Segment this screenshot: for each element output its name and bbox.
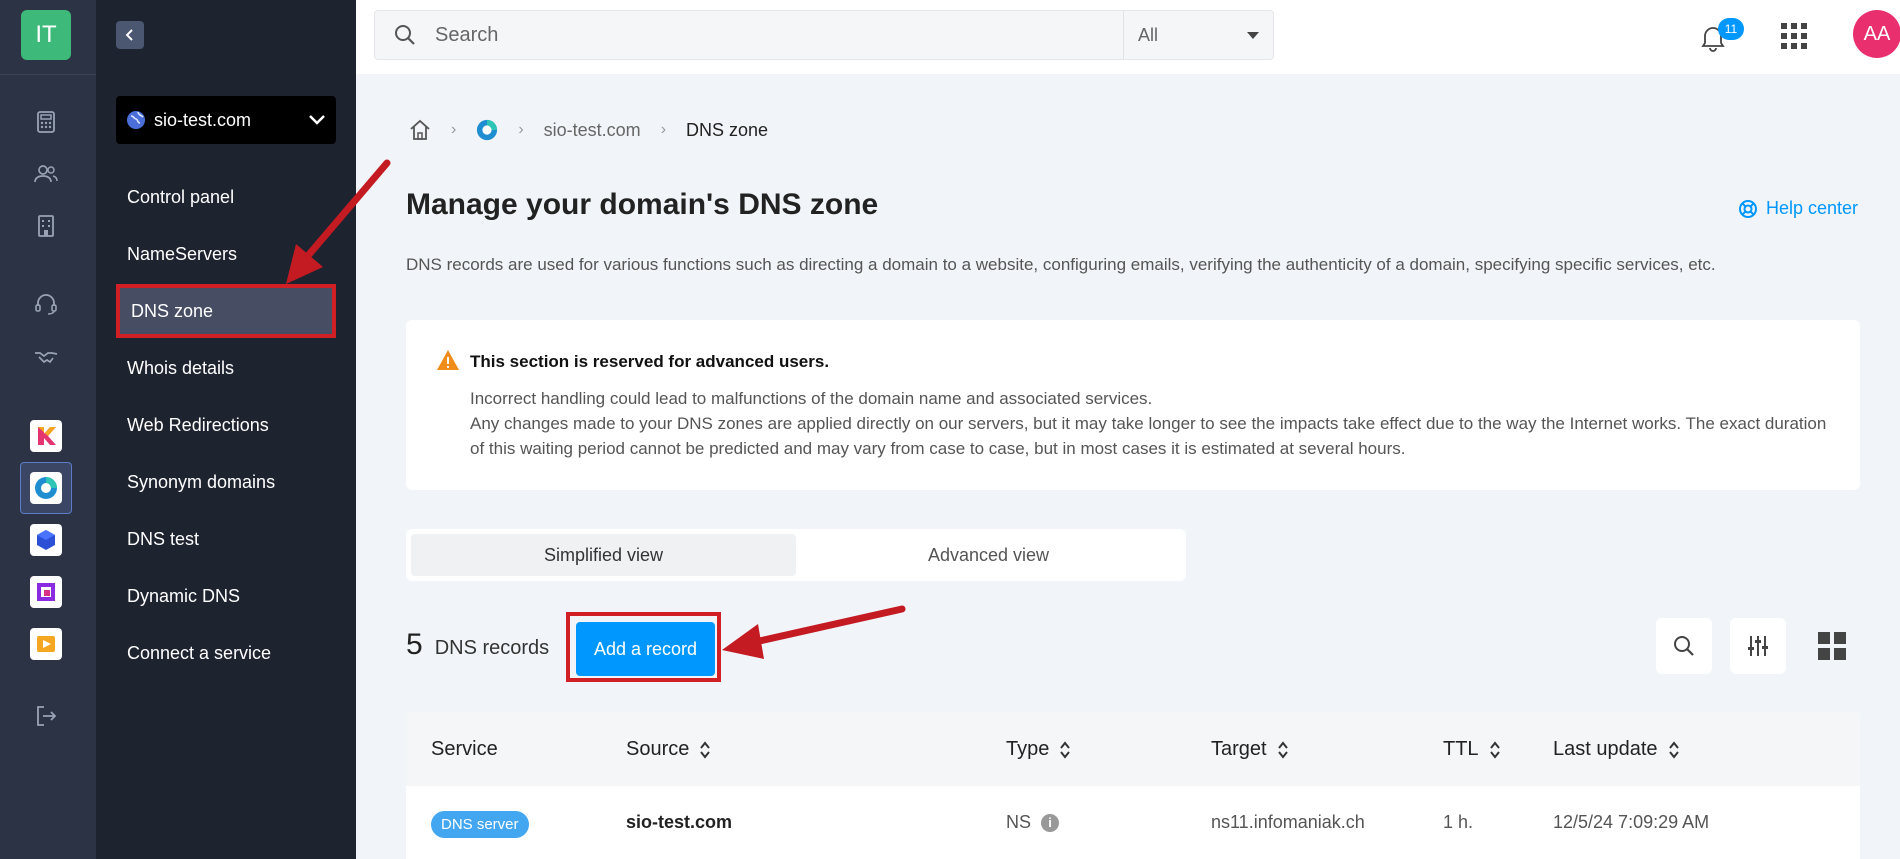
home-icon[interactable] bbox=[409, 119, 431, 141]
sort-icon bbox=[700, 740, 711, 759]
chevron-down-icon bbox=[309, 115, 325, 125]
caret-down-icon bbox=[1247, 32, 1259, 39]
nav-whois-details[interactable]: Whois details bbox=[116, 341, 336, 395]
column-header-source[interactable]: Source bbox=[626, 738, 711, 761]
page-title: Manage your domain's DNS zone bbox=[406, 188, 879, 221]
notifications-button[interactable]: 11 bbox=[1700, 18, 1744, 58]
kchat-app-icon[interactable] bbox=[30, 576, 62, 608]
records-count-label: DNS records bbox=[434, 637, 550, 659]
breadcrumb: › › sio-test.com › DNS zone bbox=[409, 118, 768, 142]
cell-source: sio-test.com bbox=[626, 812, 733, 832]
search-input[interactable] bbox=[435, 12, 1123, 58]
handshake-icon[interactable] bbox=[30, 341, 62, 373]
column-header-service: Service bbox=[431, 738, 498, 760]
domains-product-icon[interactable] bbox=[476, 119, 498, 141]
dns-records-table: Service Source Type Target TTL Last upda… bbox=[406, 712, 1860, 859]
grid-view-icon bbox=[1818, 632, 1846, 660]
domains-app-icon[interactable] bbox=[30, 472, 62, 504]
table-search-button[interactable] bbox=[1656, 618, 1712, 674]
add-record-highlight: Add a record bbox=[566, 612, 721, 682]
warning-card: This section is reserved for advanced us… bbox=[406, 320, 1860, 490]
building-icon[interactable] bbox=[30, 210, 62, 242]
nav-web-redirections[interactable]: Web Redirections bbox=[116, 398, 336, 452]
kdrive-app-icon[interactable] bbox=[30, 628, 62, 660]
arrow-to-add-record bbox=[722, 605, 906, 659]
help-center-label: Help center bbox=[1766, 198, 1859, 218]
breadcrumb-separator: › bbox=[660, 121, 667, 138]
domain-name: sio-test.com bbox=[154, 109, 252, 130]
nav-synonym-domains[interactable]: Synonym domains bbox=[116, 455, 336, 509]
sort-icon bbox=[1060, 740, 1071, 759]
page-intro: DNS records are used for various functio… bbox=[406, 255, 1716, 274]
nav-dynamic-dns[interactable]: Dynamic DNS bbox=[116, 569, 336, 623]
kmail-app-icon[interactable] bbox=[30, 420, 62, 452]
sort-icon bbox=[1489, 740, 1500, 759]
nav-control-panel[interactable]: Control panel bbox=[116, 170, 336, 224]
calculator-icon[interactable] bbox=[30, 106, 62, 138]
apps-grid-icon[interactable] bbox=[1780, 22, 1808, 50]
help-center-link[interactable]: Help center bbox=[1738, 198, 1858, 219]
search-bar: All bbox=[374, 10, 1274, 60]
users-icon[interactable] bbox=[30, 158, 62, 190]
sliders-icon bbox=[1748, 636, 1768, 656]
nav-dns-zone[interactable]: DNS zone bbox=[116, 284, 336, 338]
column-header-last-update[interactable]: Last update bbox=[1553, 738, 1680, 761]
domain-selector[interactable]: sio-test.com bbox=[116, 96, 336, 144]
notification-badge: 11 bbox=[1718, 18, 1744, 40]
add-record-button[interactable]: Add a record bbox=[576, 622, 715, 676]
app-rail: IT bbox=[0, 0, 96, 859]
view-toggle: Simplified view Advanced view bbox=[406, 529, 1186, 581]
nav-connect-service[interactable]: Connect a service bbox=[116, 626, 336, 680]
search-icon bbox=[1674, 636, 1694, 656]
warning-line: Any changes made to your DNS zones are a… bbox=[470, 414, 1827, 458]
column-header-target[interactable]: Target bbox=[1211, 738, 1289, 761]
top-bar: All 11 AA bbox=[356, 0, 1900, 74]
organization-logo[interactable]: IT bbox=[21, 10, 71, 60]
sort-icon bbox=[1668, 740, 1679, 759]
info-icon[interactable]: i bbox=[1041, 813, 1060, 832]
cell-last-update: 12/5/24 7:09:29 AM bbox=[1553, 812, 1710, 832]
cell-target: ns11.infomaniak.ch bbox=[1211, 812, 1365, 832]
breadcrumb-current: DNS zone bbox=[686, 119, 769, 140]
records-count: 5 DNS records bbox=[406, 628, 549, 662]
rail-divider bbox=[0, 74, 96, 75]
breadcrumb-domain[interactable]: sio-test.com bbox=[544, 120, 641, 141]
cube-app-icon[interactable] bbox=[30, 524, 62, 556]
table-filter-button[interactable] bbox=[1730, 618, 1786, 674]
logout-icon[interactable] bbox=[30, 700, 62, 732]
domain-sidebar: sio-test.com Control panel NameServers D… bbox=[96, 0, 356, 859]
sort-icon bbox=[1277, 740, 1288, 759]
warning-icon bbox=[437, 350, 459, 370]
column-header-type[interactable]: Type bbox=[1006, 738, 1071, 761]
nav-nameservers[interactable]: NameServers bbox=[116, 227, 336, 281]
warning-line: Incorrect handling could lead to malfunc… bbox=[470, 389, 1153, 408]
advanced-view-tab[interactable]: Advanced view bbox=[796, 534, 1181, 576]
table-header: Service Source Type Target TTL Last upda… bbox=[406, 712, 1860, 786]
search-scope-select[interactable]: All bbox=[1123, 11, 1273, 59]
warning-body: Incorrect handling could lead to malfunc… bbox=[470, 386, 1840, 461]
globe-icon bbox=[127, 111, 145, 129]
search-icon bbox=[375, 11, 435, 59]
user-avatar[interactable]: AA bbox=[1853, 10, 1900, 58]
cell-service: DNS server bbox=[431, 811, 529, 838]
headset-icon[interactable] bbox=[30, 288, 62, 320]
nav-dns-test[interactable]: DNS test bbox=[116, 512, 336, 566]
simplified-view-tab[interactable]: Simplified view bbox=[411, 534, 796, 576]
warning-title: This section is reserved for advanced us… bbox=[470, 352, 830, 371]
search-scope-value: All bbox=[1138, 24, 1159, 45]
breadcrumb-separator: › bbox=[518, 121, 524, 138]
cell-type: NS i bbox=[1006, 812, 1060, 833]
cell-ttl: 1 h. bbox=[1443, 812, 1474, 832]
breadcrumb-separator: › bbox=[451, 121, 457, 138]
service-badge: DNS server bbox=[431, 811, 529, 838]
collapse-sidebar-button[interactable] bbox=[116, 21, 144, 49]
chevron-left-icon bbox=[125, 29, 133, 41]
lifebuoy-icon bbox=[1739, 199, 1757, 218]
grid-view-button[interactable] bbox=[1804, 618, 1860, 674]
column-header-ttl[interactable]: TTL bbox=[1443, 738, 1501, 761]
records-count-number: 5 bbox=[406, 628, 423, 661]
